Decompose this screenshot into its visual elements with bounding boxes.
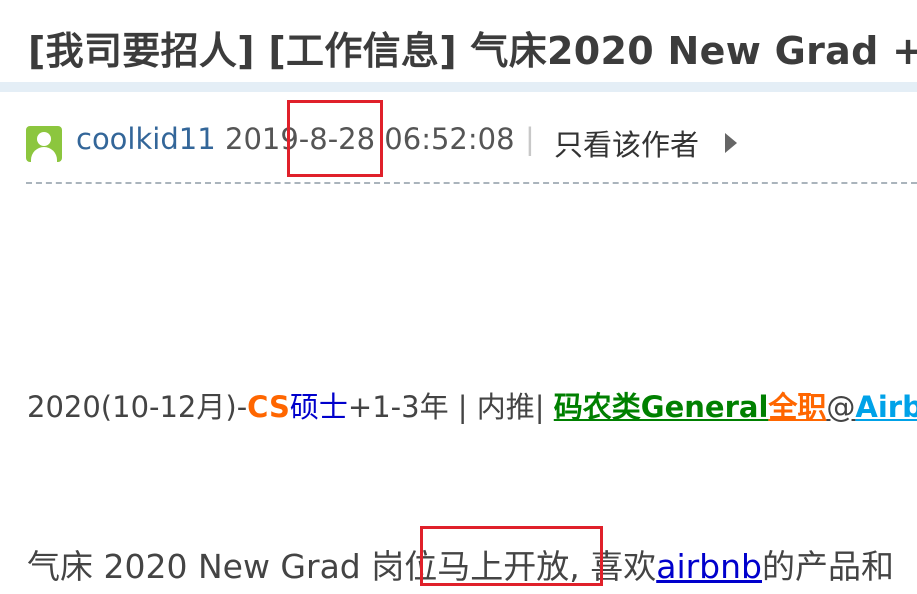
info-at: @ bbox=[826, 390, 856, 424]
avatar-placeholder-icon[interactable] bbox=[26, 126, 62, 162]
info-company-link[interactable]: Airbn bbox=[855, 390, 917, 424]
info-fulltime-link[interactable]: 全职 bbox=[768, 390, 826, 424]
body-text-end: 的产品和 bbox=[762, 547, 894, 586]
info-date-range: 2020(10-12月)- bbox=[27, 390, 248, 424]
thread-title: [我司要招人] [工作信息] 气床2020 New Grad + bbox=[28, 29, 917, 73]
meta-separator: | bbox=[525, 122, 535, 156]
open-position-highlight-box bbox=[420, 526, 603, 586]
post-meta-row: coolkid11 2019-8-28 06:52:08 | 只看该作者 bbox=[26, 122, 917, 162]
info-masters: 硕士 bbox=[289, 390, 348, 424]
triangle-right-icon[interactable] bbox=[725, 133, 737, 153]
thread-header: [我司要招人] [工作信息] 气床2020 New Grad + bbox=[0, 0, 917, 82]
info-role-type-link[interactable]: 码农类General bbox=[554, 390, 769, 424]
author-link[interactable]: coolkid11 bbox=[76, 122, 216, 156]
only-author-link[interactable]: 只看该作者 bbox=[554, 122, 699, 164]
info-experience: +1-3年 | 内推| bbox=[347, 390, 554, 424]
airbnb-link[interactable]: airbnb bbox=[656, 547, 762, 586]
dashed-divider bbox=[26, 182, 917, 184]
job-info-line: 2020(10-12月)-CS硕士+1-3年 | 内推| 码农类General全… bbox=[27, 384, 917, 426]
date-highlight-box bbox=[287, 100, 383, 177]
info-cs: CS bbox=[247, 390, 290, 424]
header-divider bbox=[0, 82, 917, 92]
